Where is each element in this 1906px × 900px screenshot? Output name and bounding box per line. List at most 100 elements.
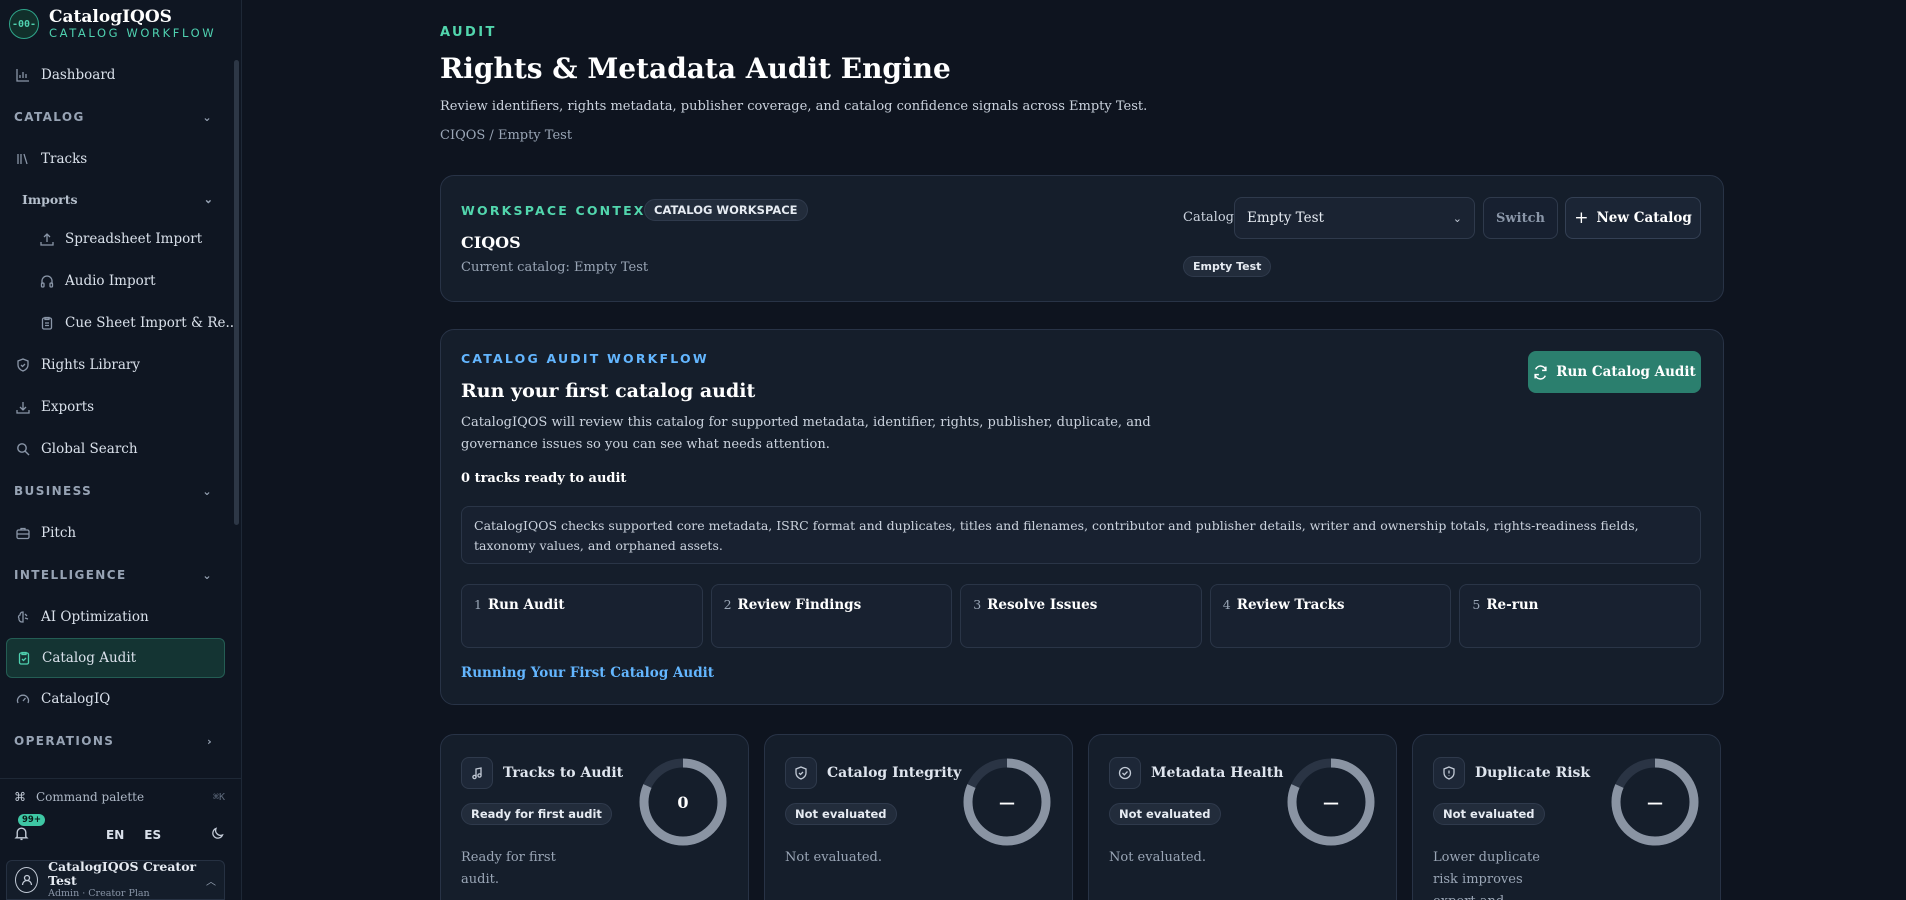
- command-shortcut: ⌘K: [212, 791, 225, 803]
- download-icon: [14, 398, 32, 416]
- sidebar-item-catalog-audit[interactable]: Catalog Audit: [6, 638, 225, 678]
- command-icon: ⌘: [14, 790, 26, 804]
- user-menu[interactable]: CatalogIQOS Creator Test Admin · Creator…: [6, 860, 225, 900]
- sidebar-section-catalog[interactable]: CATALOG ⌄: [0, 96, 241, 138]
- metric-description: Not evaluated.: [1109, 850, 1206, 865]
- upload-icon: [38, 230, 56, 248]
- metric-title: Duplicate Risk: [1475, 765, 1591, 781]
- gauge-icon: [14, 690, 32, 708]
- command-palette-button[interactable]: ⌘ Command palette ⌘K: [0, 779, 241, 815]
- step-review-findings[interactable]: 2 Review Findings: [710, 584, 953, 648]
- user-icon: [21, 874, 32, 886]
- sidebar-item-dashboard[interactable]: Dashboard: [0, 54, 241, 96]
- workspace-context-card: WORKSPACE CONTEXT CATALOG WORKSPACE CIQO…: [440, 175, 1724, 302]
- bar-chart-icon: [14, 66, 32, 84]
- workflow-steps: 1 Run Audit 2 Review Findings 3 Resolve Iss…: [461, 584, 1701, 648]
- page-description: Review identifiers, rights metadata, pub…: [440, 99, 1148, 114]
- metric-card-metadata-health: Metadata Health Not evaluated Not evalua…: [1088, 734, 1397, 900]
- step-number: 1: [474, 597, 482, 612]
- step-label: Review Findings: [737, 597, 862, 613]
- notification-badge: 99+: [18, 813, 45, 826]
- sidebar-item-label: AI Optimization: [41, 609, 149, 625]
- section-label: OPERATIONS: [14, 734, 115, 748]
- brand[interactable]: -00- CatalogIQOS CATALOG WORKFLOW: [0, 0, 241, 48]
- sidebar-item-cue-sheet-import[interactable]: Cue Sheet Import & Re...: [0, 302, 241, 344]
- sidebar-section-business[interactable]: BUSINESS ⌄: [0, 470, 241, 512]
- metric-title: Catalog Integrity: [827, 765, 962, 781]
- sidebar-item-global-search[interactable]: Global Search: [0, 428, 241, 470]
- search-icon: [14, 440, 32, 458]
- sidebar-item-rights-library[interactable]: Rights Library: [0, 344, 241, 386]
- workflow-description: CatalogIQOS will review this catalog for…: [461, 415, 1151, 452]
- sidebar-item-audio-import[interactable]: Audio Import: [0, 260, 241, 302]
- step-resolve-issues[interactable]: 3 Resolve Issues: [960, 584, 1202, 648]
- plus-icon: +: [1574, 208, 1589, 228]
- sidebar-item-pitch[interactable]: Pitch: [0, 512, 241, 554]
- metric-title: Tracks to Audit: [503, 765, 624, 781]
- sidebar-item-catalogiq[interactable]: CatalogIQ: [0, 678, 241, 720]
- chevron-down-icon: ⌄: [203, 192, 213, 206]
- step-label: Review Tracks: [1236, 597, 1345, 613]
- catalog-select[interactable]: Empty Test ⌄: [1234, 197, 1475, 239]
- workspace-context-label: WORKSPACE CONTEXT: [461, 203, 657, 218]
- step-label: Run Audit: [487, 597, 565, 613]
- metric-status-pill: Ready for first audit: [461, 803, 612, 825]
- new-catalog-label: New Catalog: [1596, 210, 1692, 226]
- sidebar: -00- CatalogIQOS CATALOG WORKFLOW Dashbo…: [0, 0, 242, 900]
- brand-name: CatalogIQOS: [49, 6, 172, 27]
- sidebar-item-label: CatalogIQ: [41, 691, 111, 707]
- chevron-down-icon: ⌄: [202, 110, 213, 124]
- metric-value: 0: [677, 792, 689, 812]
- sidebar-item-label: Exports: [41, 399, 95, 415]
- section-label: INTELLIGENCE: [14, 568, 127, 582]
- tracks-ready-count: 0 tracks ready to audit: [461, 471, 627, 486]
- sidebar-scrollbar[interactable]: [234, 60, 239, 525]
- metric-description: Ready for first audit.: [461, 850, 556, 887]
- catalog-select-value: Empty Test: [1247, 210, 1324, 226]
- page-eyebrow: AUDIT: [440, 25, 497, 40]
- sidebar-section-intelligence[interactable]: INTELLIGENCE ⌄: [0, 554, 241, 596]
- shield-icon: [14, 356, 32, 374]
- metric-description: Not evaluated.: [785, 850, 882, 865]
- notification-button[interactable]: 99+: [14, 813, 45, 845]
- sidebar-item-label: Dashboard: [41, 67, 116, 83]
- step-re-run[interactable]: 5 Re-run: [1459, 584, 1701, 648]
- sidebar-item-ai-optimization[interactable]: AI Optimization: [0, 596, 241, 638]
- shield-alert-icon: [1433, 757, 1465, 789]
- step-label: Resolve Issues: [987, 597, 1098, 613]
- catalog-workspace-pill: CATALOG WORKSPACE: [644, 199, 808, 221]
- chevron-down-icon: ⌄: [202, 568, 213, 582]
- sidebar-item-tracks[interactable]: Tracks: [0, 138, 241, 180]
- sidebar-item-label: Catalog Audit: [42, 650, 137, 666]
- sidebar-item-label: Spreadsheet Import: [65, 231, 203, 247]
- sidebar-item-label: Pitch: [41, 525, 77, 541]
- section-label: BUSINESS: [14, 484, 93, 498]
- sidebar-section-operations[interactable]: OPERATIONS ›: [0, 720, 241, 762]
- brand-subtitle: CATALOG WORKFLOW: [49, 25, 217, 40]
- lang-es-button[interactable]: ES: [144, 828, 161, 842]
- workflow-label: CATALOG AUDIT WORKFLOW: [461, 351, 709, 366]
- new-catalog-button[interactable]: + New Catalog: [1565, 197, 1701, 239]
- avatar: [15, 867, 39, 893]
- metric-card-tracks-to-audit: Tracks to Audit Ready for first audit Re…: [440, 734, 749, 900]
- metric-value: —: [1647, 792, 1663, 812]
- metric-value: —: [1323, 792, 1339, 812]
- sidebar-item-label: Rights Library: [41, 357, 140, 373]
- step-run-audit[interactable]: 1 Run Audit: [461, 584, 703, 648]
- library-icon: [14, 150, 32, 168]
- metric-title: Metadata Health: [1151, 765, 1284, 781]
- sidebar-item-spreadsheet-import[interactable]: Spreadsheet Import: [0, 218, 241, 260]
- sidebar-nav: Dashboard CATALOG ⌄ Tracks Imports ⌄ Spr…: [0, 54, 241, 762]
- sidebar-item-exports[interactable]: Exports: [0, 386, 241, 428]
- lang-en-button[interactable]: EN: [106, 828, 124, 842]
- chevron-up-icon: ︿: [206, 876, 216, 888]
- step-number: 5: [1472, 597, 1481, 612]
- theme-toggle[interactable]: [211, 826, 225, 844]
- sidebar-section-imports[interactable]: Imports ⌄: [0, 180, 241, 218]
- step-number: 3: [973, 597, 982, 612]
- run-catalog-audit-button[interactable]: Run Catalog Audit: [1528, 351, 1701, 393]
- chevron-down-icon: ⌄: [202, 484, 213, 498]
- switch-button[interactable]: Switch: [1483, 197, 1558, 239]
- step-review-tracks[interactable]: 4 Review Tracks: [1209, 584, 1452, 648]
- first-audit-guide-link[interactable]: Running Your First Catalog Audit: [461, 665, 714, 681]
